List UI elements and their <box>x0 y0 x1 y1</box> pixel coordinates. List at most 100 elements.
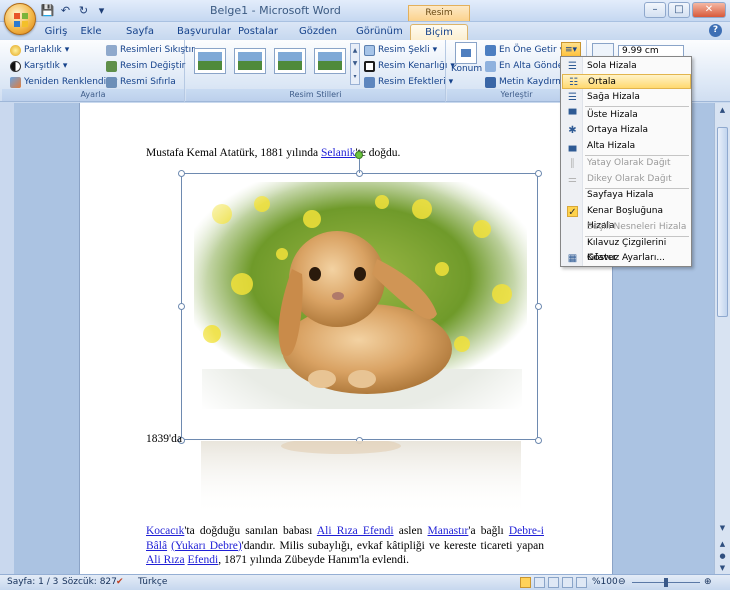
parlaklik-button[interactable]: Parlaklık ▾ <box>10 43 69 57</box>
effects-icon <box>364 76 375 88</box>
tab-gozden-gecir[interactable]: Gözden Geçir <box>286 24 350 53</box>
view-buttons <box>520 577 587 588</box>
menu-item-saga-hizala[interactable]: ☰ Sağa Hizala <box>562 90 691 105</box>
zoom-out-icon[interactable]: ⊖ <box>618 577 626 587</box>
contrast-icon <box>10 60 21 72</box>
web-layout-icon[interactable] <box>548 577 559 588</box>
scroll-down-icon[interactable]: ▼ <box>717 523 728 534</box>
redo-icon[interactable]: ↻ <box>76 3 91 18</box>
window-title: Belge1 - Microsoft Word <box>210 4 341 17</box>
karsitlik-button[interactable]: Karşıtlık ▾ <box>10 59 67 73</box>
menu-item-ortala[interactable]: ☷ Ortala <box>562 74 691 89</box>
resmi-sifirla-button[interactable]: Resmi Sıfırla <box>106 75 176 89</box>
scroll-thumb[interactable] <box>717 127 728 317</box>
zoom-in-icon[interactable]: ⊕ <box>704 577 712 587</box>
style-thumb-3[interactable] <box>274 48 306 74</box>
picture-tools-title: Resim Araçları <box>408 5 470 32</box>
style-thumb-2[interactable] <box>234 48 266 74</box>
resize-handle-l[interactable] <box>178 303 185 310</box>
send-back-icon <box>485 60 496 72</box>
align-icon: ≡▾ <box>564 44 578 55</box>
selected-picture[interactable] <box>181 173 538 440</box>
border-icon <box>364 60 375 72</box>
styles-gallery-scroll[interactable]: ▲ ▼ ▾ <box>350 43 360 85</box>
outline-icon[interactable] <box>562 577 573 588</box>
customize-qat-icon[interactable]: ▾ <box>94 3 109 18</box>
language-indicator[interactable]: Türkçe <box>138 577 167 587</box>
office-logo-icon <box>14 13 28 27</box>
hizala-button[interactable]: ≡▾ <box>561 42 581 57</box>
group-ayarla: Parlaklık ▾ Karşıtlık ▾ Yeniden Renklendir… <box>2 40 195 102</box>
tab-gorunum[interactable]: Görünüm <box>356 24 403 40</box>
reset-picture-icon <box>106 76 117 88</box>
link-ali-riza[interactable]: Ali Rıza <box>146 554 185 566</box>
word-count[interactable]: Sözcük: 827 <box>62 577 117 587</box>
quick-access-toolbar: 💾 ↶ ↻ ▾ <box>40 3 109 18</box>
resize-handle-tr[interactable] <box>535 170 542 177</box>
distribute-vertical-icon: ⚌ <box>568 174 577 185</box>
resim-sekli-button[interactable]: Resim Şekli ▾ <box>364 43 437 57</box>
menu-item-alta-hizala[interactable]: ▄ Alta Hizala <box>562 139 691 154</box>
save-icon[interactable]: 💾 <box>40 3 55 18</box>
help-icon[interactable]: ? <box>709 24 722 37</box>
page-count[interactable]: Sayfa: 1 / 3 <box>7 577 58 587</box>
tab-giris[interactable]: Giriş <box>40 24 72 40</box>
title-bar: 💾 ↶ ↻ ▾ Belge1 - Microsoft Word Resim Ar… <box>0 0 730 32</box>
menu-item-sayfaya-hizala[interactable]: Sayfaya Hizala <box>562 188 691 203</box>
resize-handle-r[interactable] <box>535 303 542 310</box>
tab-basvurular[interactable]: Başvurular <box>176 24 232 40</box>
resim-kenarligi-button[interactable]: Resim Kenarlığı ▾ <box>364 59 455 73</box>
vertical-scrollbar[interactable]: ▲ ▼ ▲ ● ▼ <box>714 103 730 574</box>
link-ali-riza-efendi[interactable]: Ali Rıza Efendi <box>317 525 394 537</box>
link-manastir[interactable]: Manastır <box>428 525 469 537</box>
yeniden-renklendir-button[interactable]: Yeniden Renklendir▾ <box>10 75 117 89</box>
konum-button[interactable]: Konum <box>451 42 482 74</box>
zoom-level[interactable]: %100 <box>592 577 618 587</box>
menu-item-ortaya-hizala[interactable]: ✱ Ortaya Hizala <box>562 123 691 138</box>
zoom-slider-thumb[interactable] <box>664 578 668 587</box>
en-one-getir-button[interactable]: En Öne Getir▾ <box>485 43 564 57</box>
distribute-horizontal-icon: ∥ <box>570 158 575 169</box>
undo-icon[interactable]: ↶ <box>58 3 73 18</box>
vertical-ruler <box>0 103 14 574</box>
menu-item-dikey-dagit: ⚌ Dikey Olarak Dağıt <box>568 174 672 185</box>
link-efendi[interactable]: Efendi <box>188 554 219 566</box>
style-thumb-4[interactable] <box>314 48 346 74</box>
align-left-icon: ☰ <box>568 61 577 72</box>
group-label-resim-stilleri: Resim Stilleri <box>186 89 445 101</box>
office-button[interactable] <box>4 3 36 35</box>
status-bar: Sayfa: 1 / 3 Sözcük: 827 ✔ Türkçe %100 ⊖… <box>0 574 730 590</box>
minimize-button[interactable]: – <box>644 2 666 18</box>
browse-object-icon[interactable]: ● <box>717 551 728 562</box>
next-page-icon[interactable]: ▼ <box>717 563 728 574</box>
print-layout-icon[interactable] <box>520 577 531 588</box>
tab-postalar[interactable]: Postalar <box>236 24 280 40</box>
tab-bicim[interactable]: Biçim <box>410 24 468 40</box>
rotate-handle[interactable] <box>355 151 363 159</box>
link-selanik[interactable]: Selanik <box>321 147 356 159</box>
maximize-button[interactable]: □ <box>668 2 690 18</box>
style-thumb-1[interactable] <box>194 48 226 74</box>
proofing-icon[interactable]: ✔ <box>116 577 124 587</box>
resim-degistir-button[interactable]: Resim Değiştir <box>106 59 185 73</box>
ribbon-tabs: Giriş Ekle Sayfa Düzeni Başvurular Posta… <box>0 22 730 53</box>
scroll-up-icon[interactable]: ▲ <box>717 105 728 116</box>
link-kocacik[interactable]: Kocacık <box>146 525 184 537</box>
draft-icon[interactable] <box>576 577 587 588</box>
close-button[interactable]: ✕ <box>692 2 726 18</box>
menu-item-sola-hizala[interactable]: ☰ Sola Hizala <box>562 59 691 74</box>
link-yukari-debre[interactable]: (Yukarı Debre) <box>171 540 242 552</box>
resimleri-sikistir-button[interactable]: Resimleri Sıkıştır <box>106 43 195 57</box>
prev-page-icon[interactable]: ▲ <box>717 539 728 550</box>
resim-efektleri-button[interactable]: Resim Efektleri ▾ <box>364 75 453 89</box>
resize-handle-tl[interactable] <box>178 170 185 177</box>
position-icon <box>455 42 477 64</box>
menu-item-kilavuz-ayarlari[interactable]: ▦ Kılavuz Ayarları... <box>562 251 691 266</box>
menu-item-kilavuz-goster[interactable]: Kılavuz Çizgilerini Göster <box>562 236 691 263</box>
align-top-icon: ▀ <box>568 110 577 121</box>
tab-sayfa-duzeni[interactable]: Sayfa Düzeni <box>110 24 170 53</box>
tab-ekle[interactable]: Ekle <box>78 24 104 40</box>
full-screen-icon[interactable] <box>534 577 545 588</box>
menu-item-kenar-boslugu[interactable]: ✓ Kenar Boşluğuna Hizala <box>562 204 691 231</box>
menu-item-uste-hizala[interactable]: ▀ Üste Hizala <box>562 108 691 123</box>
